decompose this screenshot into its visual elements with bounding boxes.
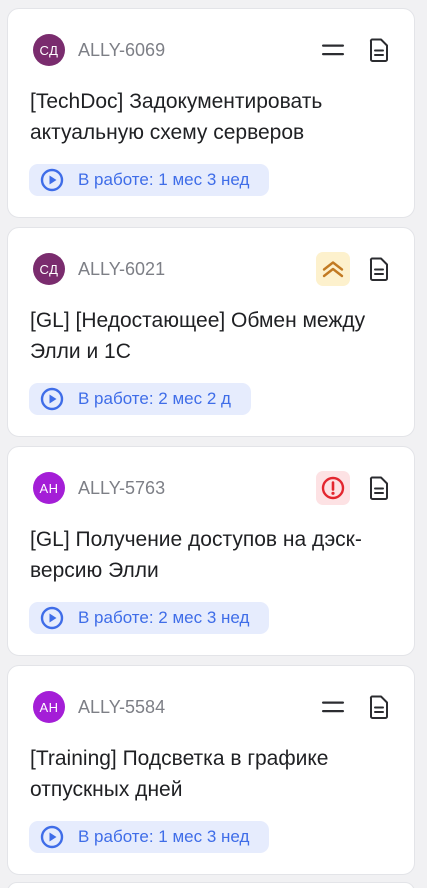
play-circle-icon [40,825,64,849]
issue-key[interactable]: ALLY-5763 [78,478,316,499]
card-header: СД ALLY-6021 [33,250,390,288]
avatar[interactable]: АН [33,691,65,723]
document-icon[interactable] [368,37,390,63]
issue-key[interactable]: ALLY-6021 [78,259,316,280]
issue-title[interactable]: [Training] Подсветка в графике отпускных… [30,743,392,805]
document-icon[interactable] [368,694,390,720]
issue-card[interactable]: АН ALLY-5763 [GL] Получение доступов на … [7,446,415,656]
document-icon[interactable] [368,475,390,501]
issue-card[interactable]: АН ALLY-5584 [Training] Подсветка в граф… [7,665,415,875]
avatar[interactable]: АН [33,472,65,504]
priority-normal-icon [316,33,350,67]
status-badge[interactable]: В работе: 2 мес 2 д [29,383,251,415]
issue-title[interactable]: [GL] [Недостающее] Обмен между Элли и 1С [30,305,392,367]
avatar[interactable]: СД [33,253,65,285]
status-text: В работе: 1 мес 3 нед [78,827,250,846]
issue-key[interactable]: ALLY-6069 [78,40,316,61]
card-header: СД ALLY-6069 [33,31,390,69]
card-header: АН ALLY-5763 [33,469,390,507]
avatar[interactable]: СД [33,34,65,66]
issue-title[interactable]: [TechDoc] Задокументировать актуальную с… [30,86,392,148]
status-badge[interactable]: В работе: 2 мес 3 нед [29,602,270,634]
issue-key[interactable]: ALLY-5584 [78,697,316,718]
status-badge[interactable]: В работе: 1 мес 3 нед [29,164,270,196]
play-circle-icon [40,387,64,411]
priority-critical-icon [316,471,350,505]
card-header: АН ALLY-5584 [33,688,390,726]
next-issue-card[interactable] [7,882,415,888]
issue-title[interactable]: [GL] Получение доступов на дэск-версию Э… [30,524,392,586]
issue-card[interactable]: СД ALLY-6021 [GL] [Недостающее] Обмен ме… [7,227,415,437]
issue-card[interactable]: СД ALLY-6069 [TechDoc] Задокументировать… [7,8,415,218]
status-badge[interactable]: В работе: 1 мес 3 нед [29,821,270,853]
status-text: В работе: 2 мес 2 д [78,389,231,408]
status-text: В работе: 2 мес 3 нед [78,608,250,627]
priority-high-icon [316,252,350,286]
play-circle-icon [40,606,64,630]
document-icon[interactable] [368,256,390,282]
priority-normal-icon [316,690,350,724]
status-text: В работе: 1 мес 3 нед [78,170,250,189]
issue-board: СД ALLY-6069 [TechDoc] Задокументировать… [0,0,427,888]
play-circle-icon [40,168,64,192]
